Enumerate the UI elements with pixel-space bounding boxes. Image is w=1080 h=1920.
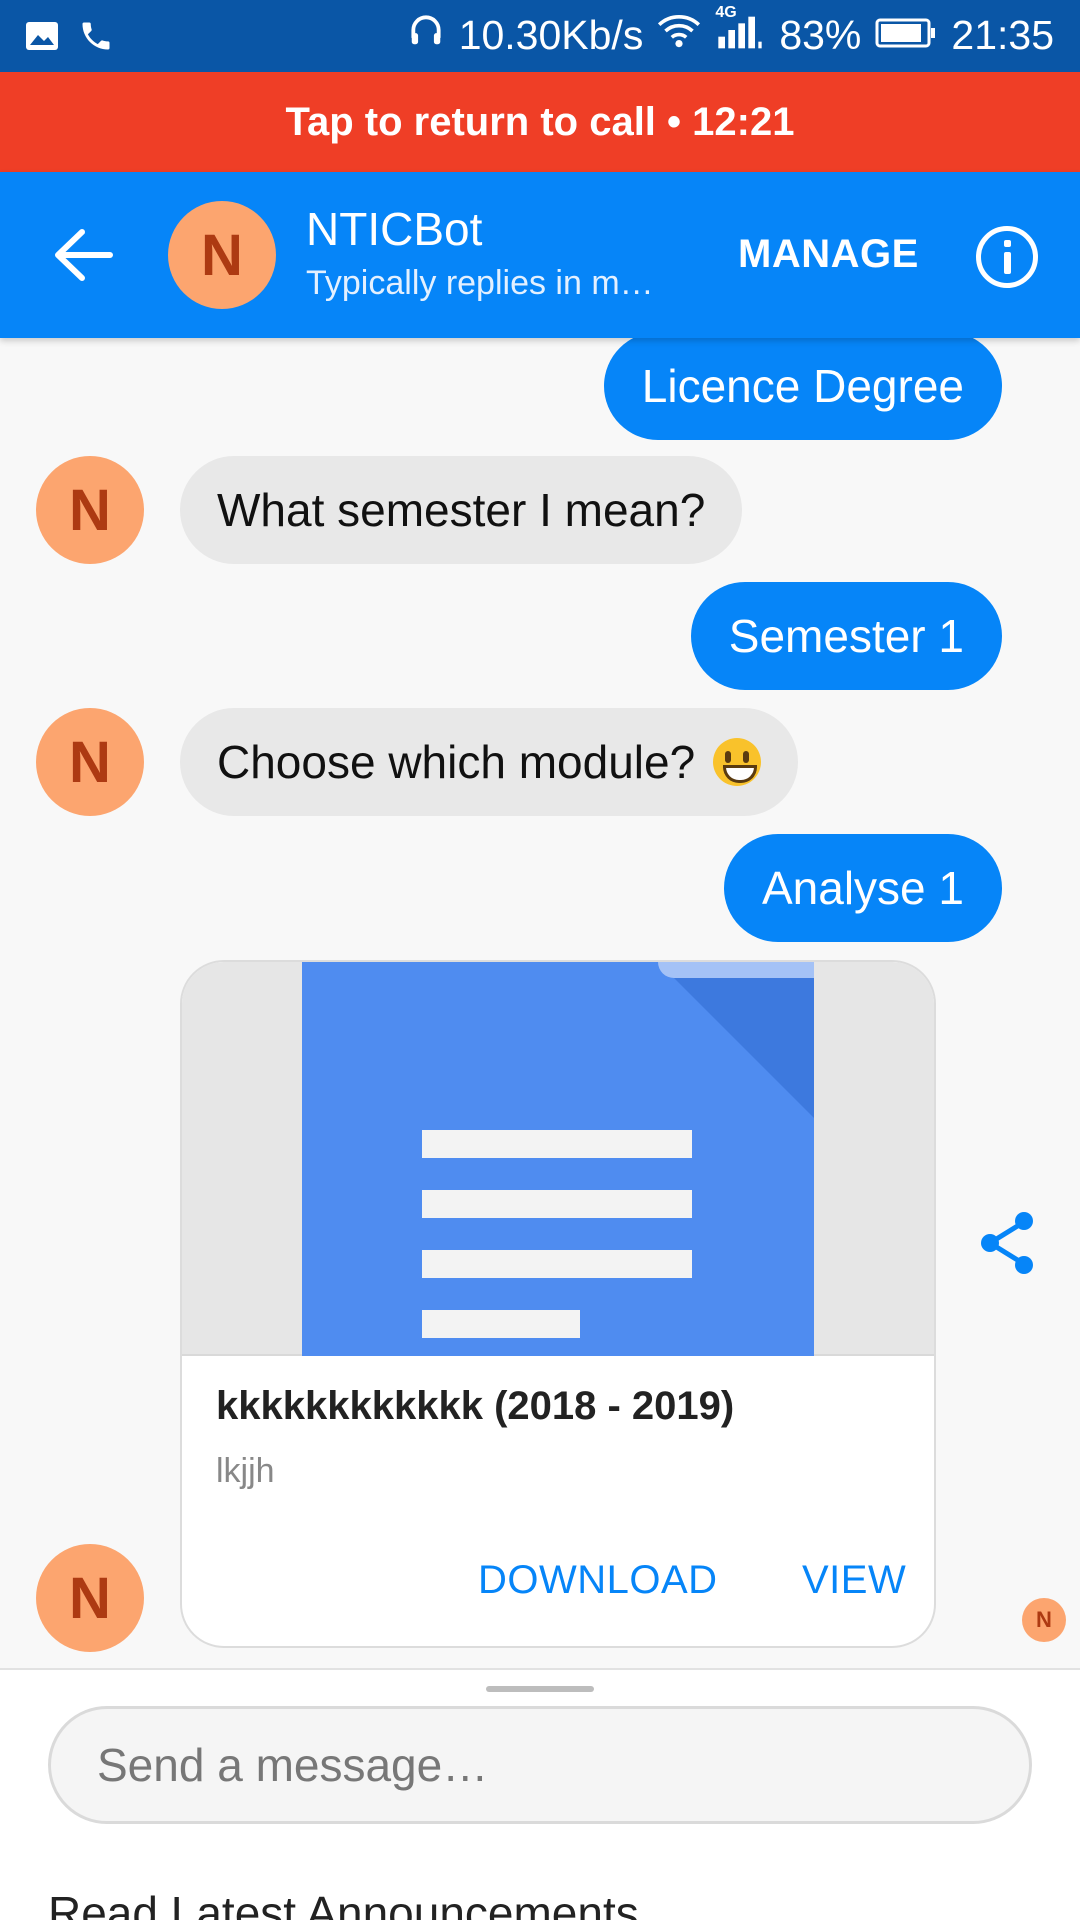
message-bubble-outgoing[interactable]: Analyse 1 <box>723 834 1002 942</box>
message-text: What semester I mean? <box>217 484 706 536</box>
message-composer: Read Latest Announcements <box>0 1668 1080 1920</box>
download-button[interactable]: DOWNLOAD <box>478 1558 718 1603</box>
menu-item-read-announcements[interactable]: Read Latest Announcements <box>48 1886 639 1920</box>
network-speed: 10.30Kb/s <box>458 11 644 58</box>
message-text: Choose which module? <box>217 736 696 788</box>
document-thumbnail[interactable] <box>182 962 934 1356</box>
return-to-call-label: Tap to return to call • 12:21 <box>285 99 795 144</box>
seen-indicator-avatar: N <box>1022 1598 1066 1642</box>
battery-icon <box>875 12 937 59</box>
grinning-emoji-icon <box>713 738 762 786</box>
phone-icon <box>78 18 114 59</box>
conversation-header: N NTICBot Typically replies in m… MANAGE <box>0 172 1080 338</box>
response-time-subtitle: Typically replies in m… <box>306 264 654 302</box>
signal-icon: 4G <box>715 4 765 60</box>
bot-avatar-letter: N <box>69 477 111 543</box>
headphones-icon <box>407 10 445 60</box>
view-button[interactable]: VIEW <box>802 1558 906 1603</box>
drag-handle[interactable] <box>486 1686 594 1692</box>
file-subtitle: lkjjh <box>216 1452 275 1490</box>
battery-percent: 83% <box>779 11 862 58</box>
file-title: kkkkkkkkkkkk (2018 - 2019) <box>216 1384 735 1428</box>
message-list[interactable]: Licence Degree N What semester I mean? S… <box>0 338 1080 1668</box>
file-attachment-card[interactable]: kkkkkkkkkkkk (2018 - 2019) lkjjh DOWNLOA… <box>180 960 936 1648</box>
wifi-icon <box>657 12 701 59</box>
arrow-left-icon <box>55 229 113 281</box>
bot-avatar-letter: N <box>69 1565 111 1631</box>
clock: 21:35 <box>951 11 1054 58</box>
bot-avatar[interactable]: N <box>36 456 144 564</box>
share-icon[interactable] <box>976 1208 1040 1278</box>
message-bubble-outgoing[interactable]: Semester 1 <box>690 582 1002 690</box>
conversation-title[interactable]: NTICBot <box>306 202 482 256</box>
image-icon <box>24 20 60 57</box>
manage-button[interactable]: MANAGE <box>738 232 919 277</box>
message-bubble-outgoing[interactable]: Licence Degree <box>603 338 1002 440</box>
bot-avatar[interactable]: N <box>36 1544 144 1652</box>
status-bar: 10.30Kb/s 4G 83% 21:35 <box>0 0 1080 72</box>
message-bubble-incoming[interactable]: What semester I mean? <box>180 456 743 564</box>
info-icon[interactable] <box>976 226 1038 288</box>
return-to-call-banner[interactable]: Tap to return to call • 12:21 <box>0 72 1080 172</box>
message-input[interactable] <box>48 1706 1032 1824</box>
bot-avatar[interactable]: N <box>36 708 144 816</box>
bot-avatar-letter: N <box>69 729 111 795</box>
network-type: 4G <box>715 4 737 21</box>
bot-avatar[interactable]: N <box>168 201 276 309</box>
document-icon <box>302 962 814 1356</box>
bot-avatar-letter: N <box>201 222 243 288</box>
seen-avatar-letter: N <box>1036 1607 1052 1632</box>
back-button[interactable] <box>48 222 118 288</box>
message-bubble-incoming[interactable]: Choose which module? <box>180 708 799 816</box>
